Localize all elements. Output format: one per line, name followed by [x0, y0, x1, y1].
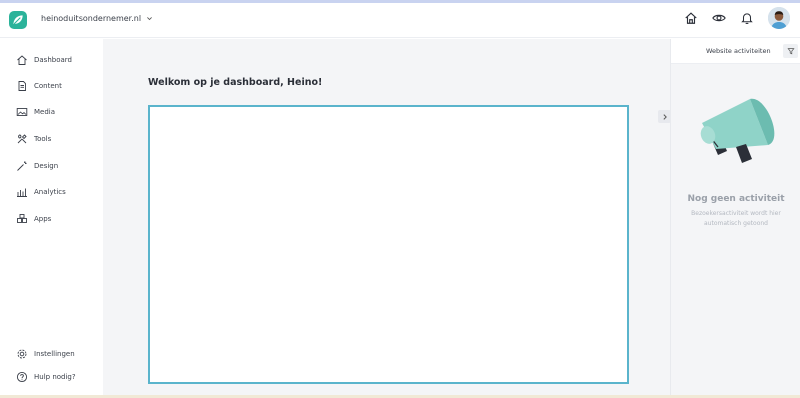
activity-panel-header: Website activiteiten	[671, 39, 800, 64]
filter-icon	[786, 48, 795, 55]
tools-icon	[17, 134, 27, 144]
sidebar-item-label: Tools	[34, 135, 52, 143]
sidebar-item-label: Hulp nodig?	[34, 373, 76, 381]
app-logo[interactable]	[9, 11, 27, 29]
sidebar-item-label: Instellingen	[34, 350, 75, 358]
sidebar-item-label: Content	[34, 82, 62, 90]
document-icon	[18, 81, 26, 91]
chevron-down-icon	[147, 17, 152, 21]
sidebar-item-label: Dashboard	[34, 56, 72, 64]
sidebar-item-label: Design	[34, 162, 59, 170]
avatar-picture	[768, 7, 790, 29]
apps-icon	[17, 214, 27, 223]
bar-chart-icon	[17, 188, 27, 197]
sidebar-item-design[interactable]: Design	[16, 159, 58, 173]
bell-icon[interactable]	[740, 11, 754, 25]
eye-icon[interactable]	[712, 11, 726, 25]
site-name: heinoduitsondernemer.nl	[41, 14, 142, 23]
sidebar-item-apps[interactable]: Apps	[16, 212, 51, 226]
sidebar-item-settings[interactable]: Instellingen	[16, 347, 75, 361]
sidebar-item-analytics[interactable]: Analytics	[16, 185, 66, 199]
chevron-right-icon	[662, 113, 667, 120]
sidebar: Dashboard Content Media Tools Design Ana…	[0, 39, 103, 398]
page-title: Welkom op je dashboard, Heino!	[148, 77, 323, 88]
site-selector[interactable]: heinoduitsondernemer.nl	[41, 14, 153, 23]
dashboard-content-frame[interactable]	[148, 105, 629, 384]
home-icon	[17, 55, 27, 65]
sidebar-item-label: Media	[34, 108, 56, 116]
leaf-logo-icon	[13, 15, 23, 25]
sidebar-item-content[interactable]: Content	[16, 79, 62, 93]
sidebar-item-dashboard[interactable]: Dashboard	[16, 53, 72, 67]
sidebar-item-label: Apps	[34, 215, 52, 223]
home-icon[interactable]	[684, 11, 698, 25]
top-bar: heinoduitsondernemer.nl	[0, 3, 800, 38]
user-avatar[interactable]	[768, 7, 790, 29]
gear-icon	[17, 349, 27, 359]
sidebar-item-help[interactable]: Hulp nodig?	[16, 370, 76, 384]
filter-button[interactable]	[783, 44, 798, 58]
main-content: Welkom op je dashboard, Heino!	[103, 39, 671, 398]
activity-panel: Website activiteiten Nog geen activiteit…	[670, 39, 800, 398]
sidebar-item-media[interactable]: Media	[16, 105, 55, 119]
sidebar-item-label: Analytics	[34, 188, 66, 196]
megaphone-icon	[700, 98, 775, 163]
image-icon	[16, 108, 28, 116]
sidebar-item-tools[interactable]: Tools	[16, 132, 51, 146]
empty-state-title: Nog geen activiteit	[687, 194, 785, 204]
help-icon	[16, 371, 28, 383]
magic-wand-icon	[17, 161, 27, 171]
empty-state-subtitle: Bezoekersactiviteit wordt hier automatis…	[691, 210, 781, 227]
activity-panel-title: Website activiteiten	[706, 47, 771, 55]
